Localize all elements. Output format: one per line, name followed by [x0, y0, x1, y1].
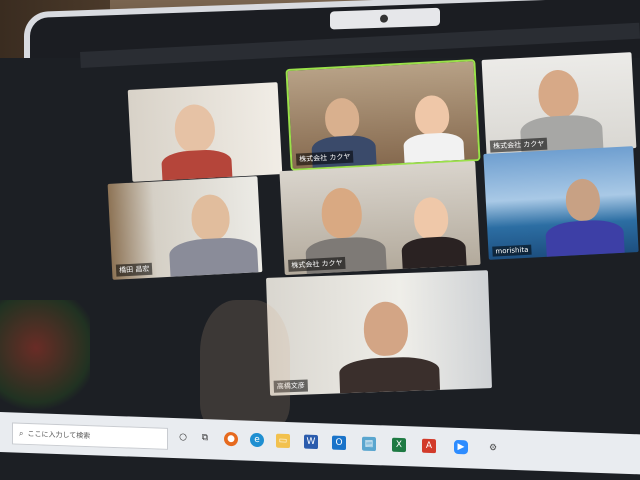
participant-body: [161, 148, 233, 182]
participant-tile-5[interactable]: 株式会社 カクヤ: [279, 160, 481, 276]
webcam-bar: [330, 7, 440, 30]
participant-tile-3[interactable]: 株式会社 カクヤ: [481, 52, 637, 156]
participant-tile-1[interactable]: [127, 82, 283, 182]
participant-body: [168, 236, 259, 277]
participant-tile-7[interactable]: 高橋文彦: [266, 270, 492, 396]
edge-icon[interactable]: e: [250, 432, 264, 448]
participant-face: [362, 301, 409, 357]
acrobat-icon[interactable]: A: [422, 438, 436, 454]
participant-face: [324, 97, 361, 140]
participant-face: [537, 68, 580, 120]
participant-face: [190, 193, 231, 242]
participant-tile-2[interactable]: 株式会社 カクヤ: [285, 59, 481, 171]
taskbar-search-box[interactable]: ⌕ ここに入力して検索: [12, 422, 168, 450]
participant-face: [173, 103, 217, 154]
outlook-icon[interactable]: O: [332, 435, 346, 451]
participant-face: [414, 94, 451, 137]
participant-face: [320, 186, 363, 240]
participant-body: [338, 355, 441, 394]
participant-name: morishita: [492, 244, 532, 257]
reflection-hand: [200, 300, 290, 430]
participant-face: [413, 196, 450, 241]
search-icon: ⌕: [19, 428, 24, 438]
file-explorer-icon[interactable]: ▭: [276, 433, 290, 449]
participant-body: [403, 131, 465, 163]
search-placeholder: ここに入力して検索: [27, 429, 91, 441]
cortana-icon[interactable]: ○: [176, 430, 190, 444]
settings-icon[interactable]: ⚙: [486, 441, 500, 455]
webcam-icon: [380, 14, 388, 23]
participant-face: [564, 177, 601, 222]
participant-body: [545, 218, 625, 257]
participant-name: 橋田 昌宏: [115, 262, 153, 277]
task-view-icon[interactable]: ⧉: [198, 431, 212, 445]
excel-icon[interactable]: X: [392, 437, 406, 453]
participant-tile-6[interactable]: morishita: [483, 146, 639, 260]
zoom-icon[interactable]: ▶: [454, 439, 468, 455]
reflection-plant: [0, 300, 90, 420]
notepad-icon[interactable]: ▤: [362, 436, 376, 452]
participant-body: [401, 235, 467, 269]
firefox-icon[interactable]: ●: [224, 431, 238, 447]
word-icon[interactable]: W: [304, 434, 318, 450]
participant-tile-4[interactable]: 橋田 昌宏: [107, 176, 263, 280]
